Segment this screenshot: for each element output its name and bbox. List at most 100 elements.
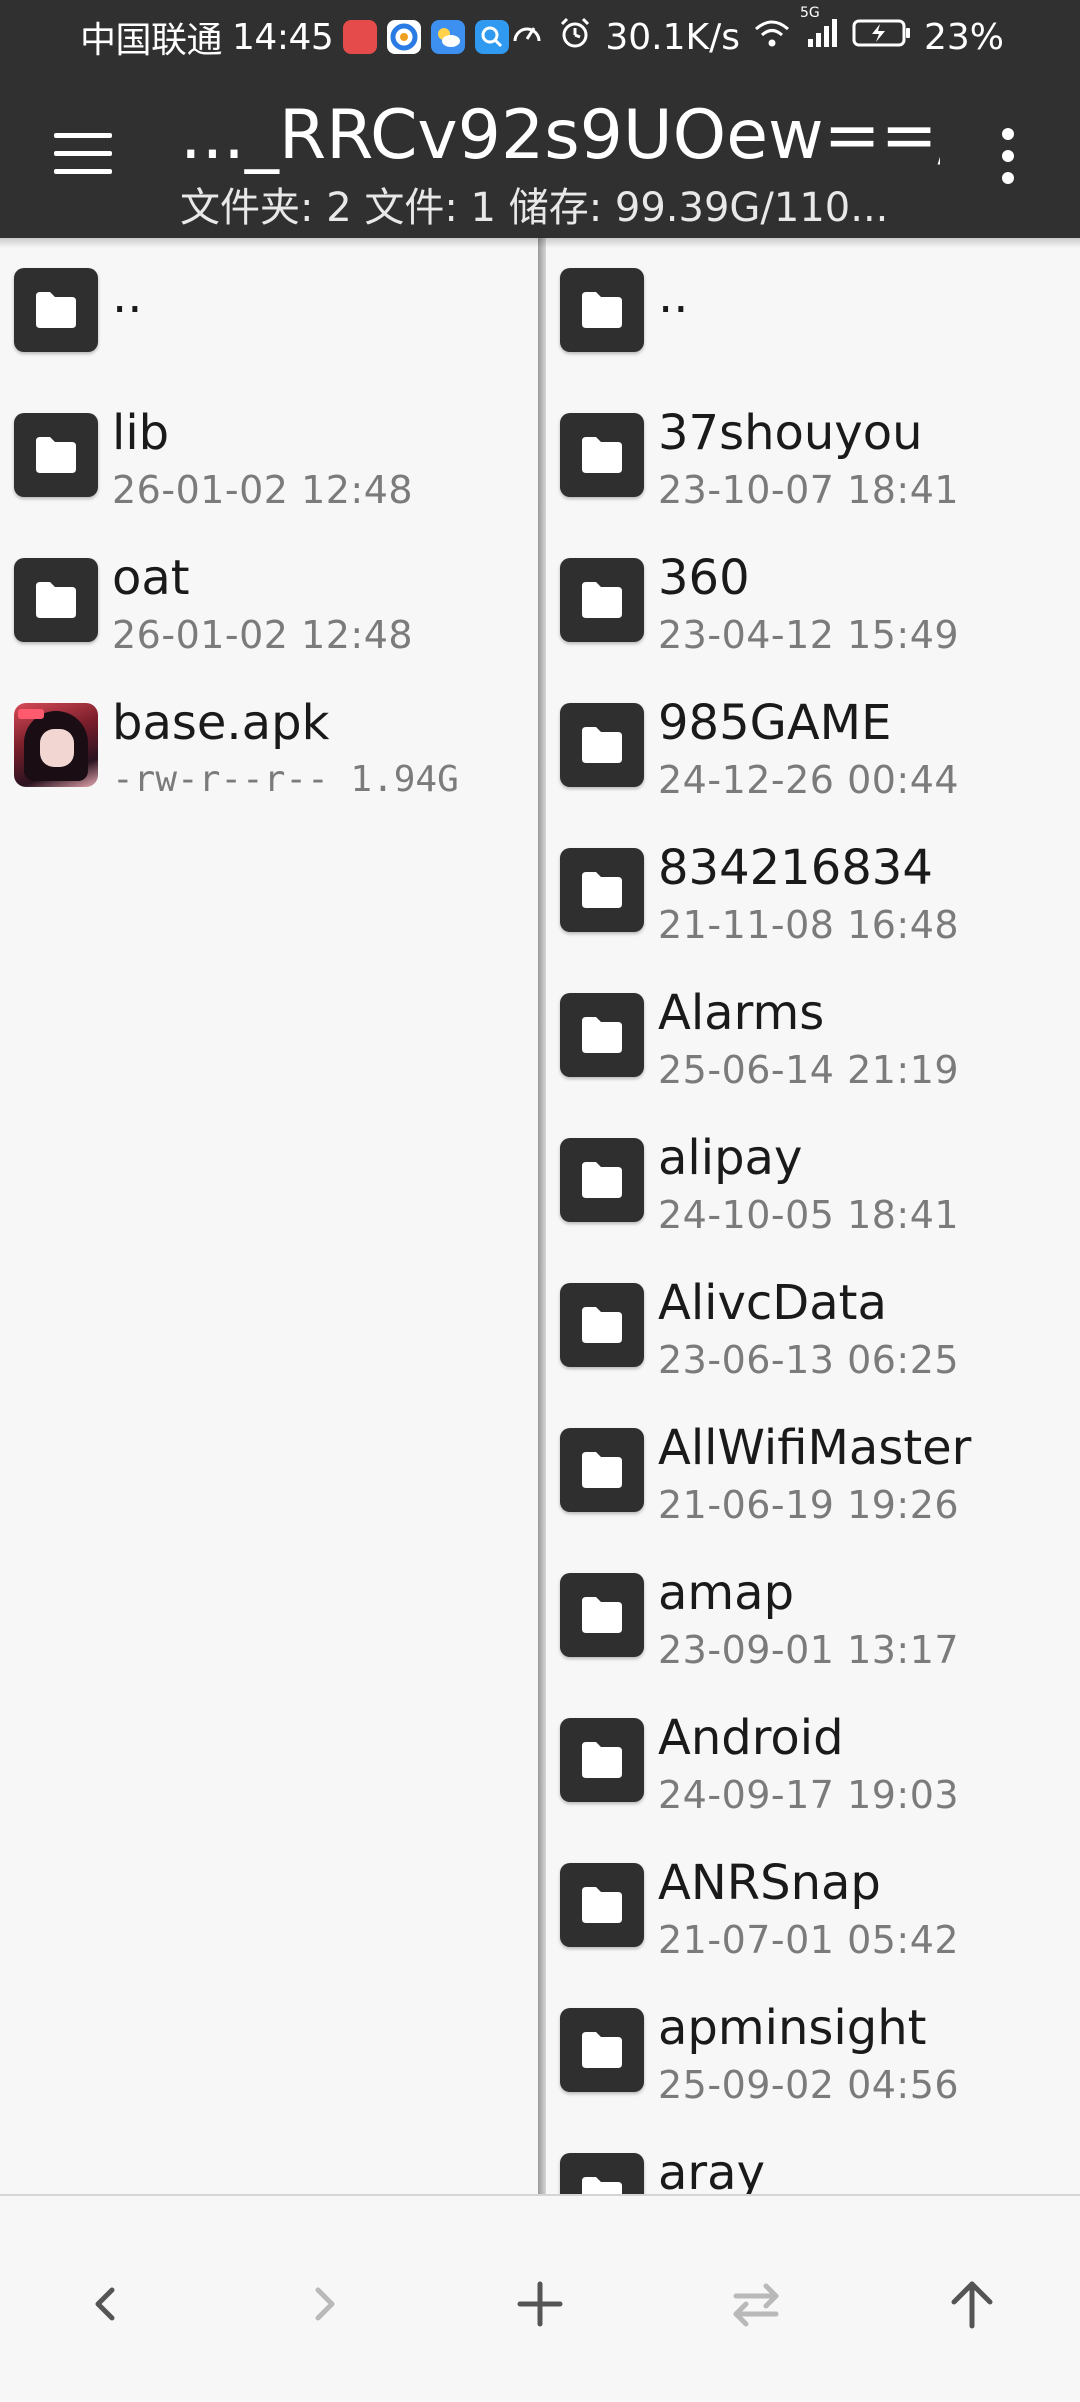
item-date: 26-01-02 12:48 bbox=[112, 468, 414, 512]
item-date: 24-10-05 18:41 bbox=[658, 1193, 960, 1237]
carrier-label: 中国联通 bbox=[80, 20, 223, 61]
item-name: oat bbox=[112, 550, 190, 606]
folder-icon bbox=[14, 268, 98, 352]
folder-icon bbox=[560, 1863, 644, 1947]
parent-directory-item[interactable]: .. bbox=[0, 238, 538, 383]
item-date: 23-09-01 13:17 bbox=[658, 1628, 960, 1672]
list-item[interactable]: alipay 24-10-05 18:41 bbox=[546, 1108, 1080, 1253]
list-item[interactable]: AllWifiMaster 21-06-19 19:26 bbox=[546, 1398, 1080, 1543]
panel-divider[interactable] bbox=[538, 238, 546, 2194]
item-name: 985GAME bbox=[658, 695, 892, 751]
item-date: 23-10-07 18:41 bbox=[658, 468, 960, 512]
list-item[interactable]: Android 24-09-17 19:03 bbox=[546, 1688, 1080, 1833]
folder-icon bbox=[560, 268, 644, 352]
item-name: Android bbox=[658, 1710, 844, 1766]
list-item[interactable]: ANRSnap 21-07-01 05:42 bbox=[546, 1833, 1080, 1978]
item-name: amap bbox=[658, 1565, 795, 1621]
item-name: Alarms bbox=[658, 985, 825, 1041]
folder-icon bbox=[560, 1138, 644, 1222]
weather-icon bbox=[431, 20, 466, 54]
browser-icon bbox=[387, 20, 422, 54]
list-item[interactable]: 834216834 21-11-08 16:48 bbox=[546, 818, 1080, 963]
list-item[interactable]: 985GAME 24-12-26 00:44 bbox=[546, 673, 1080, 818]
folder-icon bbox=[560, 993, 644, 1077]
folder-icon bbox=[14, 558, 98, 642]
chevron-left-icon bbox=[95, 2287, 115, 2321]
list-item-oat[interactable]: oat 26-01-02 12:48 bbox=[0, 528, 538, 673]
parent-directory-item[interactable]: .. bbox=[546, 238, 1080, 383]
network-type-label: 5G bbox=[799, 4, 820, 21]
item-name: AlivcData bbox=[658, 1275, 887, 1331]
folder-icon bbox=[560, 2153, 644, 2194]
plus-icon bbox=[517, 2281, 563, 2327]
list-item[interactable]: Alarms 25-06-14 21:19 bbox=[546, 963, 1080, 1108]
folder-icon bbox=[560, 558, 644, 642]
list-item[interactable]: 360 23-04-12 15:49 bbox=[546, 528, 1080, 673]
list-item[interactable]: 37shouyou 23-10-07 18:41 bbox=[546, 383, 1080, 528]
item-name: base.apk bbox=[112, 695, 330, 751]
item-name: 834216834 bbox=[658, 840, 933, 896]
item-date: 24-12-26 00:44 bbox=[658, 758, 960, 802]
item-date: 23-04-12 15:49 bbox=[658, 613, 960, 657]
item-date: 21-06-19 19:26 bbox=[658, 1483, 960, 1527]
item-name: AllWifiMaster bbox=[658, 1420, 972, 1476]
path-title: ..._RRCv92s9UOew==/ bbox=[180, 96, 940, 175]
item-name: 37shouyou bbox=[658, 405, 923, 461]
folder-icon bbox=[560, 703, 644, 787]
list-item-lib[interactable]: lib 26-01-02 12:48 bbox=[0, 383, 538, 528]
storage-summary: 文件夹: 2 文件: 1 储存: 99.39G/110... bbox=[180, 185, 889, 231]
back-button[interactable] bbox=[58, 2256, 154, 2352]
item-name: .. bbox=[112, 268, 143, 324]
status-right: 30.1K/s 5G 23% bbox=[509, 5, 1004, 60]
signal-icon: 5G bbox=[800, 5, 840, 60]
network-speed: 30.1K/s bbox=[605, 16, 740, 58]
alarm-icon bbox=[557, 15, 593, 60]
battery-icon bbox=[852, 15, 912, 60]
left-file-panel[interactable]: .. lib 26-01-02 12:48 oat 26-01-02 12:48… bbox=[0, 238, 538, 2194]
right-file-panel[interactable]: .. 37shouyou 23-10-07 18:41 360 23-04-12… bbox=[546, 238, 1080, 2194]
list-item[interactable]: aray bbox=[546, 2123, 1080, 2194]
bottom-toolbar bbox=[0, 2194, 1080, 2402]
list-item[interactable]: amap 23-09-01 13:17 bbox=[546, 1543, 1080, 1688]
list-item[interactable]: apminsight 25-09-02 04:56 bbox=[546, 1978, 1080, 2123]
item-date: 25-06-14 21:19 bbox=[658, 1048, 960, 1092]
apk-app-icon bbox=[14, 703, 98, 787]
folder-icon bbox=[560, 2008, 644, 2092]
top-app-bar: 中国联通 14:45 30.1K/s 5G 23% ..._RRCv92s9UO… bbox=[0, 0, 1080, 238]
clock: 14:45 bbox=[232, 16, 334, 58]
menu-button[interactable] bbox=[54, 133, 112, 175]
more-vertical-icon bbox=[1002, 128, 1014, 140]
speed-icon bbox=[509, 15, 545, 60]
list-item[interactable]: AlivcData 23-06-13 06:25 bbox=[546, 1253, 1080, 1398]
folder-icon bbox=[560, 1573, 644, 1657]
item-date: 24-09-17 19:03 bbox=[658, 1773, 960, 1817]
item-date: 26-01-02 12:48 bbox=[112, 613, 414, 657]
status-bar: 中国联通 14:45 30.1K/s 5G 23% bbox=[0, 0, 1080, 75]
item-date: 21-07-01 05:42 bbox=[658, 1918, 960, 1962]
list-item-base-apk[interactable]: base.apk -rw-r--r-- 1.94G bbox=[0, 673, 538, 818]
item-name: .. bbox=[658, 268, 689, 324]
item-name: aray bbox=[658, 2145, 765, 2194]
item-name: ANRSnap bbox=[658, 1855, 881, 1911]
forward-button[interactable] bbox=[276, 2256, 372, 2352]
folder-icon bbox=[560, 1428, 644, 1512]
item-name: lib bbox=[112, 405, 170, 461]
folder-icon bbox=[560, 413, 644, 497]
folder-icon bbox=[560, 1283, 644, 1367]
item-permissions-size: -rw-r--r-- 1.94G bbox=[112, 759, 459, 800]
folder-icon bbox=[560, 848, 644, 932]
status-left: 中国联通 14:45 bbox=[80, 14, 510, 61]
folder-icon bbox=[560, 1718, 644, 1802]
up-directory-button[interactable] bbox=[924, 2256, 1020, 2352]
search-app-icon bbox=[475, 20, 510, 54]
swap-icon bbox=[733, 2283, 779, 2327]
chevron-right-icon bbox=[315, 2287, 335, 2321]
add-button[interactable] bbox=[492, 2256, 588, 2352]
menu-icon bbox=[54, 133, 112, 138]
battery-percent: 23% bbox=[923, 16, 1004, 58]
shop-icon bbox=[343, 20, 378, 54]
swap-panels-button[interactable] bbox=[708, 2256, 804, 2352]
more-options-button[interactable] bbox=[996, 128, 1020, 184]
item-date: 21-11-08 16:48 bbox=[658, 903, 960, 947]
item-name: apminsight bbox=[658, 2000, 927, 2056]
